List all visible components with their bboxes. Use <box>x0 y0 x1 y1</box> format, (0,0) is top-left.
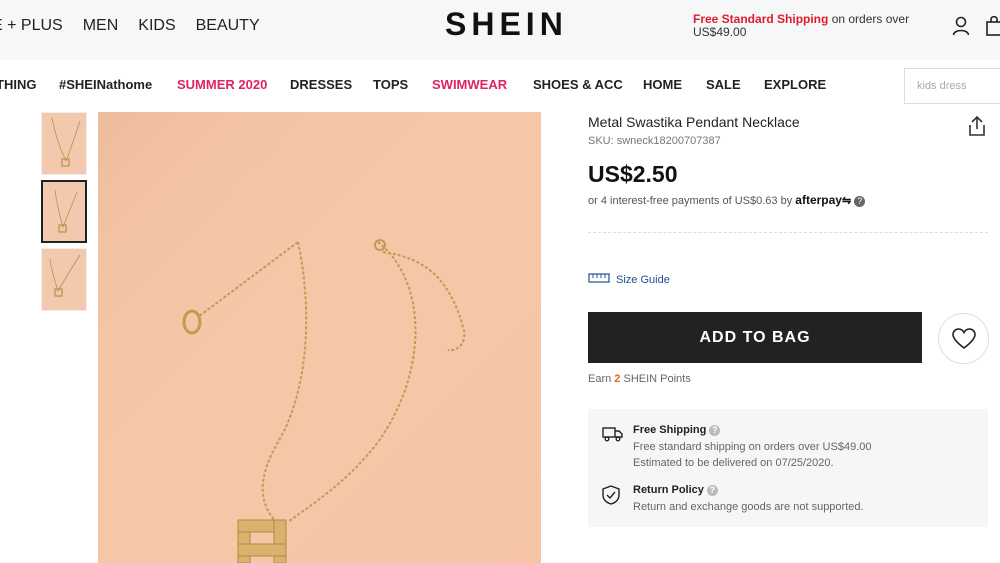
nav-kids[interactable]: KIDS <box>138 17 175 35</box>
help-icon[interactable]: ? <box>709 424 721 436</box>
cat-explore[interactable]: EXPLORE <box>764 77 826 92</box>
nav-plus[interactable]: E + PLUS <box>0 17 63 35</box>
cat-sale[interactable]: SALE <box>706 77 741 92</box>
wishlist-button[interactable] <box>938 313 989 364</box>
shield-check-icon <box>602 485 620 510</box>
cat-home[interactable]: HOME <box>643 77 682 92</box>
earn-suffix: SHEIN Points <box>620 373 691 385</box>
cat-shoes-acc[interactable]: SHOES & ACC <box>533 77 623 92</box>
top-header: E + PLUS MEN KIDS BEAUTY SHEIN Free Stan… <box>0 0 1000 60</box>
divider <box>588 232 988 233</box>
afterpay-info: or 4 interest-free payments of US$0.63 b… <box>588 193 866 207</box>
help-icon[interactable]: ? <box>854 195 866 207</box>
size-guide-link[interactable]: Size Guide <box>588 273 670 286</box>
shipping-line-2: Estimated to be delivered on 07/25/2020. <box>633 457 834 469</box>
afterpay-logo: afterpay <box>795 193 842 207</box>
afterpay-text: or 4 interest-free payments of US$0.63 b… <box>588 195 796 207</box>
thumbnail-3[interactable] <box>41 248 87 311</box>
shein-logo[interactable]: SHEIN <box>445 6 568 43</box>
thumbnail-1[interactable] <box>41 112 87 175</box>
return-line-1: Return and exchange goods are not suppor… <box>633 501 864 513</box>
return-policy-title: Return Policy? <box>633 484 718 496</box>
cat-summer-2020[interactable]: SUMMER 2020 <box>177 77 267 92</box>
free-shipping-title: Free Shipping? <box>633 424 721 436</box>
earn-prefix: Earn <box>588 373 615 385</box>
thumbnail-2[interactable] <box>41 180 87 243</box>
nav-men[interactable]: MEN <box>83 17 119 35</box>
cat-sheinathome[interactable]: #SHEINathome <box>59 77 152 92</box>
earn-points: Earn 2 SHEIN Points <box>588 373 691 385</box>
heart-icon <box>952 328 976 350</box>
top-nav: E + PLUS MEN KIDS BEAUTY <box>0 17 260 35</box>
product-price: US$2.50 <box>588 161 678 187</box>
share-icon[interactable] <box>967 115 987 142</box>
shipping-line-1: Free standard shipping on orders over US… <box>633 441 872 453</box>
bag-icon[interactable] <box>986 15 1000 41</box>
cat-dresses[interactable]: DRESSES <box>290 77 352 92</box>
product-image <box>98 112 541 563</box>
size-guide-label: Size Guide <box>616 273 670 286</box>
promo-highlight: Free Standard Shipping <box>693 12 829 26</box>
return-policy-label: Return Policy <box>633 484 704 496</box>
afterpay-arrows-icon: ⇋ <box>841 195 852 207</box>
truck-icon <box>602 426 624 447</box>
cat-swimwear[interactable]: SWIMWEAR <box>432 77 507 92</box>
add-to-bag-button[interactable]: ADD TO BAG <box>588 312 922 363</box>
user-icon[interactable] <box>952 16 970 41</box>
help-icon[interactable]: ? <box>706 484 718 496</box>
nav-beauty[interactable]: BEAUTY <box>196 17 260 35</box>
cat-tops[interactable]: TOPS <box>373 77 408 92</box>
shipping-returns-box: Free Shipping? Free standard shipping on… <box>588 409 988 527</box>
search-input[interactable]: kids dress <box>904 68 1000 104</box>
free-shipping-label: Free Shipping <box>633 424 707 436</box>
product-title: Metal Swastika Pendant Necklace <box>588 114 800 130</box>
product-sku: SKU: swneck18200707387 <box>588 135 721 147</box>
category-nav: THING #SHEINathome SUMMER 2020 DRESSES T… <box>0 60 1000 111</box>
shipping-promo[interactable]: Free Standard Shipping on orders over US… <box>693 13 923 39</box>
cat-clothing[interactable]: THING <box>0 77 36 92</box>
ruler-icon <box>588 273 610 286</box>
